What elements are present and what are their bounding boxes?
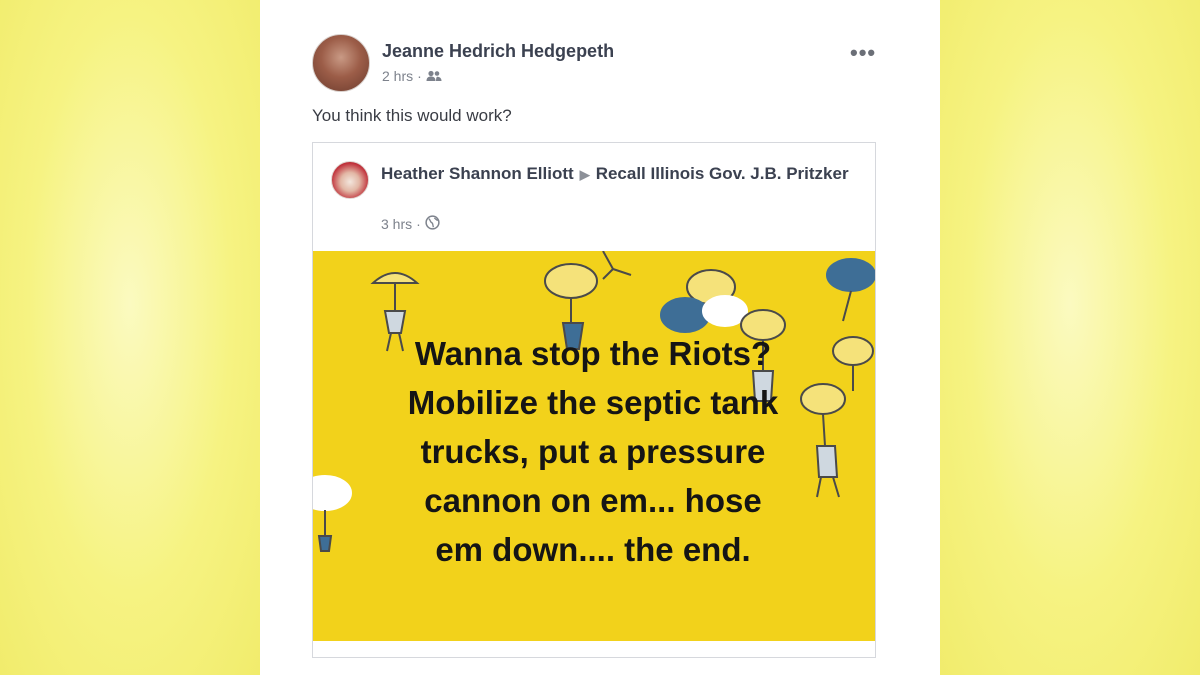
shared-post-timestamp[interactable]: 3 hrs: [381, 216, 412, 232]
friends-icon[interactable]: [426, 70, 442, 82]
blurred-background-right: [940, 0, 1200, 675]
meme-caption: Wanna stop the Riots? Mobilize the septi…: [407, 335, 779, 568]
more-options-icon[interactable]: •••: [850, 42, 876, 64]
meme-image[interactable]: Wanna stop the Riots? Mobilize the septi…: [313, 251, 875, 641]
blurred-background-left: [0, 0, 260, 675]
post-author-name[interactable]: Jeanne Hedrich Hedgepeth: [382, 41, 614, 62]
post-meta: 2 hrs ·: [382, 68, 442, 84]
shared-post-meta: 3 hrs ·: [381, 215, 440, 233]
author-avatar[interactable]: [312, 34, 370, 92]
shared-author-name[interactable]: Heather Shannon Elliott: [381, 164, 574, 183]
post-timestamp[interactable]: 2 hrs: [382, 68, 413, 84]
shared-post[interactable]: Heather Shannon Elliott ▶ Recall Illinois …: [312, 142, 876, 658]
meta-separator: ·: [417, 68, 422, 84]
meta-separator: ·: [416, 216, 421, 232]
post-header: Jeanne Hedrich Hedgepeth 2 hrs · •••: [312, 34, 892, 94]
shared-post-title: Heather Shannon Elliott ▶ Recall Illinois …: [381, 161, 851, 187]
facebook-post-card: Jeanne Hedrich Hedgepeth 2 hrs · ••• You…: [260, 0, 940, 675]
shared-author-avatar[interactable]: [331, 161, 369, 199]
globe-icon[interactable]: [425, 215, 440, 233]
post-text: You think this would work?: [312, 106, 512, 125]
shared-group-name[interactable]: Recall Illinois Gov. J.B. Pritzker: [596, 164, 849, 183]
shared-arrow-icon: ▶: [579, 167, 590, 182]
